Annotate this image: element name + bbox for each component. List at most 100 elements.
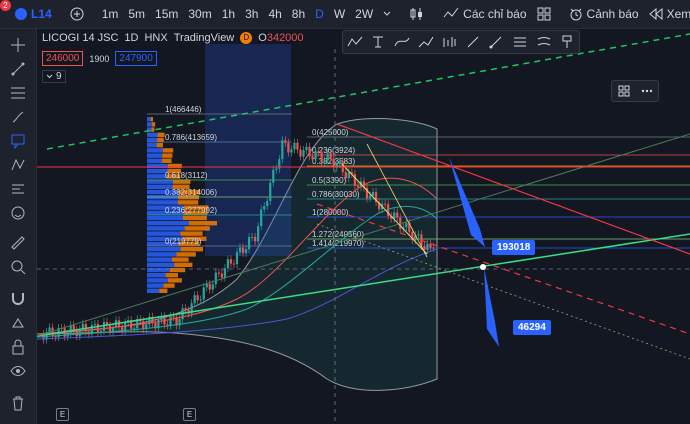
brush-icon[interactable] [8,107,28,127]
candle-body [232,263,236,265]
chart-type-button[interactable] [404,0,430,28]
lock-icon[interactable] [8,337,28,357]
compare-button[interactable] [65,0,89,28]
volume-bar-sell [151,127,155,132]
symbol-label: L14 [31,7,52,21]
candle-body [287,142,290,153]
event-marker[interactable]: E [183,408,196,421]
candle-body [241,247,245,254]
trash-icon[interactable] [8,393,28,413]
volume-bar-sell [180,231,203,236]
sell-price[interactable]: 246000 [42,51,84,66]
interval-5m[interactable]: 5m [123,0,150,28]
crosshair-icon[interactable] [8,35,28,55]
alert-label: Cảnh báo [586,7,639,21]
indicators-toggle[interactable]: 9 [42,70,66,83]
interval-1h[interactable]: 1h [217,0,240,28]
channel-tool[interactable] [532,31,556,53]
interval-dropdown[interactable] [378,0,396,28]
candle-body [250,236,254,238]
grid-icon[interactable] [618,85,630,97]
indicators-button[interactable]: Các chỉ báo [438,0,531,28]
volume-bar-buy [147,257,172,262]
price-callout-upper[interactable]: 193018 [492,240,536,255]
candle-body [423,245,426,251]
candles-icon [410,8,423,20]
volume-bar-sell [171,257,189,262]
more-icon[interactable] [641,89,653,93]
trend-line-icon[interactable] [8,59,28,79]
channel-icon [537,37,550,46]
pattern-icon[interactable] [8,155,28,175]
templates-button[interactable] [532,0,556,28]
candle-body [124,322,127,332]
interval-w[interactable]: W [329,0,350,28]
flag-tool[interactable] [555,31,579,53]
event-marker[interactable]: E [56,408,69,421]
volume-bar-buy [147,231,181,236]
text-tool[interactable] [367,31,391,53]
path-tool[interactable] [414,31,438,53]
candle-body [417,234,420,236]
magnet-icon[interactable] [8,289,28,309]
zoom-icon[interactable] [8,257,28,277]
pattern-tool[interactable] [343,31,367,53]
candle-body [296,142,299,150]
candle-body [223,268,227,278]
curve-tool[interactable] [390,31,414,53]
symbol-search[interactable]: L14 [10,0,57,28]
line-tool[interactable] [461,31,485,53]
ray-tool[interactable] [485,31,509,53]
chart-legend: LICOGI 14 JSC 1D HNX TradingView D O3420… [42,32,304,44]
volume-bar-buy [147,283,164,288]
interval-2w[interactable]: 2W [350,0,378,28]
spread-value: 1900 [89,53,110,64]
plus-circle-icon [70,7,84,21]
candle-body [356,185,360,188]
candle-body [193,295,196,304]
candle-body [329,153,332,159]
volume-bar-buy [147,247,181,252]
volume-bar-buy [147,163,168,169]
candle-body [184,308,187,311]
interval-3h[interactable]: 3h [240,0,263,28]
volume-bar-buy [147,117,151,122]
smiley-icon[interactable] [8,203,28,223]
interval-4h[interactable]: 4h [263,0,286,28]
interval-1m[interactable]: 1m [97,0,124,28]
text-icon [373,36,384,48]
candle-body [371,191,375,196]
volume-bar-sell [182,215,207,221]
price-chart[interactable]: 1(466446) 0.786(413659) 0.618(3112) 0.382(3… [37,29,690,424]
interval-d[interactable]: D [310,0,329,28]
fib-level-label: 0.382(314006) [165,188,217,197]
interval-8h[interactable]: 8h [287,0,310,28]
exchange: HNX [144,32,168,44]
eye-icon[interactable] [8,361,28,381]
indicator-count: 9 [56,71,62,82]
candle-body [247,237,251,250]
price-callout-lower[interactable]: 46294 [513,320,551,335]
volume-bar-sell [156,143,163,148]
volume-bar-sell [184,226,210,231]
ray-icon [489,36,502,49]
candle-body [169,316,172,326]
buy-price[interactable]: 247900 [115,51,157,66]
fib-retracement-icon[interactable] [8,83,28,103]
interval-15m[interactable]: 15m [150,0,183,28]
volume-profile-zone [205,44,291,256]
bars-tool[interactable] [437,31,461,53]
prediction-icon[interactable] [8,179,28,199]
lock-draw-icon[interactable] [8,313,28,333]
volume-bar-buy [147,143,157,148]
volume-bar-buy [147,122,152,127]
fib-tool[interactable] [508,31,532,53]
alert-button[interactable]: Cảnh báo [564,0,644,28]
replay-button[interactable]: Xem lại [644,0,690,28]
ruler-icon[interactable] [8,233,28,253]
candle-body [199,299,202,301]
interval-30m[interactable]: 30m [183,0,216,28]
fib-level-label: 0.5(3390) [312,176,347,185]
volume-bar-sell [150,117,153,122]
text-note-icon[interactable] [8,131,28,151]
